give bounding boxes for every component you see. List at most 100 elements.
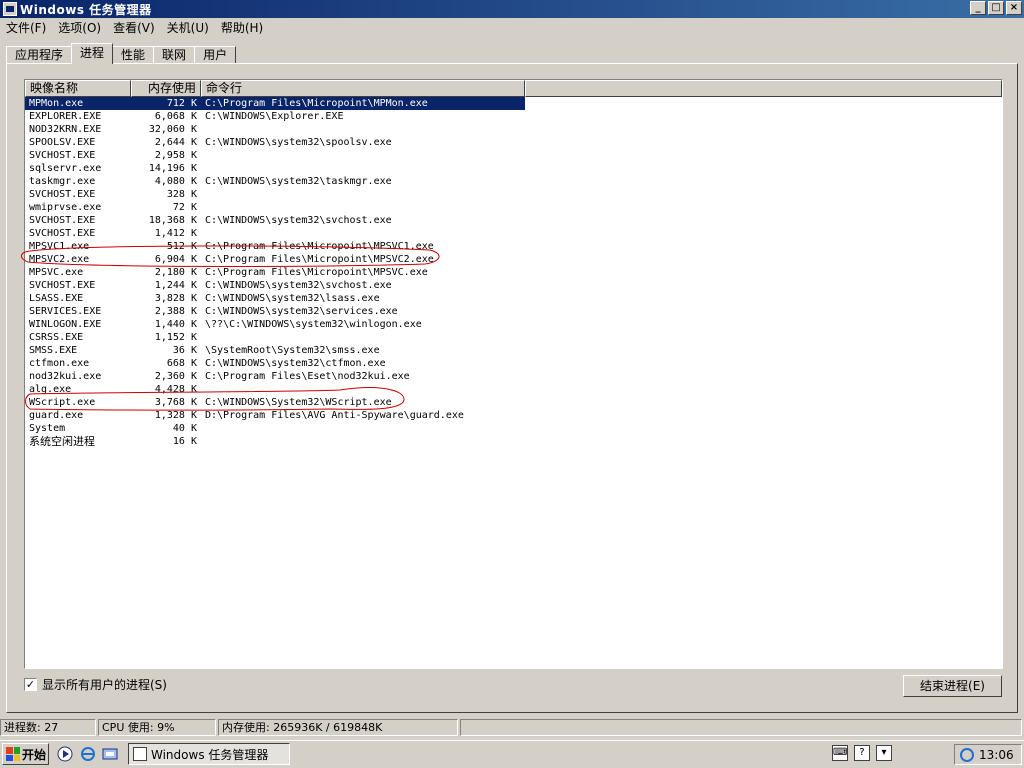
process-memory: 712 K xyxy=(131,97,201,110)
process-command-line: C:\WINDOWS\system32\svchost.exe xyxy=(205,215,392,226)
process-name: MPSVC.exe xyxy=(29,267,84,278)
process-memory: 1,440 K xyxy=(154,319,197,330)
process-command-line: C:\WINDOWS\system32\taskmgr.exe xyxy=(205,176,392,187)
process-command-line: C:\Program Files\Micropoint\MPSVC.exe xyxy=(205,267,428,278)
media-player-icon[interactable] xyxy=(57,746,73,762)
menu-options[interactable]: 选项(O) xyxy=(52,19,107,36)
taskbar: 开始 Windows 任务管理器 ⌨ ? ▾ 13:06 xyxy=(0,740,1024,768)
process-memory: 1,328 K xyxy=(154,410,197,421)
show-all-users-checkbox[interactable]: ✓ xyxy=(24,678,37,691)
table-row[interactable]: guard.exe 1,328 K D:\Program Files\AVG Ant… xyxy=(25,409,1002,422)
process-memory: 6,068 K xyxy=(154,111,197,122)
clock[interactable]: 13:06 xyxy=(979,748,1014,762)
table-row[interactable]: wmiprvse.exe 72 K xyxy=(25,201,1002,214)
process-memory: 3,768 K xyxy=(154,397,197,408)
process-memory: 668 K xyxy=(166,358,197,369)
column-header-memory[interactable]: 内存使用 xyxy=(131,80,201,97)
process-memory: 72 K xyxy=(172,202,197,213)
maximize-button[interactable]: □ xyxy=(988,1,1004,15)
process-list[interactable]: 映像名称 内存使用 命令行 MPMon.exe 712 K C:\Program F… xyxy=(24,79,1003,669)
table-row[interactable]: taskmgr.exe 4,080 K C:\WINDOWS\system32\ta… xyxy=(25,175,1002,188)
process-memory: 18,368 K xyxy=(148,215,197,226)
process-command-line: D:\Program Files\AVG Anti-Spyware\guard.… xyxy=(205,410,464,421)
table-row[interactable]: SERVICES.EXE 2,388 K C:\WINDOWS\system32\s… xyxy=(25,305,1002,318)
table-row[interactable]: SVCHOST.EXE 328 K xyxy=(25,188,1002,201)
table-row[interactable]: EXPLORER.EXE 6,068 K C:\WINDOWS\Explorer.E… xyxy=(25,110,1002,123)
process-name: 系统空闲进程 xyxy=(29,435,95,448)
title-bar[interactable]: Windows 任务管理器 _ □ × xyxy=(0,0,1024,18)
process-memory: 1,412 K xyxy=(154,228,197,239)
table-row[interactable]: MPSVC.exe 2,180 K C:\Program Files\Micropo… xyxy=(25,266,1002,279)
process-memory: 14,196 K xyxy=(148,163,197,174)
process-memory: 2,180 K xyxy=(154,267,197,278)
task-manager-icon xyxy=(3,2,17,16)
table-row[interactable]: SPOOLSV.EXE 2,644 K C:\WINDOWS\system32\sp… xyxy=(25,136,1002,149)
show-all-users[interactable]: ✓ 显示所有用户的进程(S) xyxy=(24,676,167,693)
process-memory: 16 K xyxy=(172,436,197,447)
table-row[interactable]: MPSVC2.exe 6,904 K C:\Program Files\Microp… xyxy=(25,253,1002,266)
help-icon[interactable]: ? xyxy=(854,745,870,761)
table-row[interactable]: System 40 K xyxy=(25,422,1002,435)
table-row[interactable]: 系统空闲进程 16 K xyxy=(25,435,1002,448)
process-memory: 1,244 K xyxy=(154,280,197,291)
tab-networking[interactable]: 联网 xyxy=(153,46,196,64)
process-name: SVCHOST.EXE xyxy=(29,189,96,200)
table-row[interactable]: SVCHOST.EXE 1,244 K C:\WINDOWS\system32\sv… xyxy=(25,279,1002,292)
tab-performance[interactable]: 性能 xyxy=(112,46,155,64)
table-row[interactable]: MPMon.exe 712 K C:\Program Files\Micropoin… xyxy=(25,97,1002,110)
process-name: SERVICES.EXE xyxy=(29,306,102,317)
table-row[interactable]: SVCHOST.EXE 18,368 K C:\WINDOWS\system32\s… xyxy=(25,214,1002,227)
keyboard-icon[interactable]: ⌨ xyxy=(832,745,848,761)
show-desktop-icon[interactable] xyxy=(102,746,118,762)
start-button[interactable]: 开始 xyxy=(2,743,49,765)
table-row[interactable]: nod32kui.exe 2,360 K C:\Program Files\Eset… xyxy=(25,370,1002,383)
task-manager-small-icon xyxy=(133,747,147,761)
status-cpu: CPU 使用: 9% xyxy=(98,719,216,736)
process-name: MPMon.exe xyxy=(25,97,131,110)
process-name: MPSVC1.exe xyxy=(29,241,90,252)
table-row[interactable]: WScript.exe 3,768 K C:\WINDOWS\System32\WS… xyxy=(25,396,1002,409)
process-memory: 2,388 K xyxy=(154,306,197,317)
list-header: 映像名称 内存使用 命令行 xyxy=(25,80,1002,97)
menu-help[interactable]: 帮助(H) xyxy=(215,19,269,36)
process-memory: 36 K xyxy=(172,345,197,356)
column-header-cmd[interactable]: 命令行 xyxy=(201,80,525,97)
table-row[interactable]: WINLOGON.EXE 1,440 K \??\C:\WINDOWS\system… xyxy=(25,318,1002,331)
process-rows: MPMon.exe 712 K C:\Program Files\Micropoin… xyxy=(25,97,1002,448)
table-row[interactable]: SVCHOST.EXE 2,958 K xyxy=(25,149,1002,162)
process-name: ctfmon.exe xyxy=(29,358,90,369)
table-row[interactable]: SMSS.EXE 36 K \SystemRoot\System32\smss.ex… xyxy=(25,344,1002,357)
process-name: sqlservr.exe xyxy=(29,163,102,174)
menu-shutdown[interactable]: 关机(U) xyxy=(161,19,215,36)
start-label: 开始 xyxy=(22,747,47,762)
process-command-line: C:\Program Files\Micropoint\MPMon.exe xyxy=(201,97,525,110)
table-row[interactable]: sqlservr.exe 14,196 K xyxy=(25,162,1002,175)
menu-file[interactable]: 文件(F) xyxy=(0,19,52,36)
table-row[interactable]: LSASS.EXE 3,828 K C:\WINDOWS\system32\lsas… xyxy=(25,292,1002,305)
table-row[interactable]: NOD32KRN.EXE 32,060 K xyxy=(25,123,1002,136)
process-command-line xyxy=(201,435,525,448)
ie-tray-icon[interactable] xyxy=(959,747,975,763)
input-method-icon[interactable]: ▾ xyxy=(876,745,892,761)
tab-applications[interactable]: 应用程序 xyxy=(6,46,73,64)
tab-processes[interactable]: 进程 xyxy=(71,43,114,64)
table-row[interactable]: SVCHOST.EXE 1,412 K xyxy=(25,227,1002,240)
table-row[interactable]: alg.exe 4,428 K xyxy=(25,383,1002,396)
menu-view[interactable]: 查看(V) xyxy=(107,19,161,36)
tab-users[interactable]: 用户 xyxy=(194,46,237,64)
minimize-button[interactable]: _ xyxy=(970,1,986,15)
table-row[interactable]: CSRSS.EXE 1,152 K xyxy=(25,331,1002,344)
internet-explorer-icon[interactable] xyxy=(80,746,96,762)
status-bar: 进程数: 27 CPU 使用: 9% 内存使用: 265936K / 61984… xyxy=(0,719,1024,738)
column-header-name[interactable]: 映像名称 xyxy=(25,80,131,97)
table-row[interactable]: MPSVC1.exe 512 K C:\Program Files\Micropoi… xyxy=(25,240,1002,253)
end-process-button[interactable]: 结束进程(E) xyxy=(903,675,1002,697)
taskbar-item-task-manager[interactable]: Windows 任务管理器 xyxy=(128,743,290,765)
process-name: SMSS.EXE xyxy=(29,345,78,356)
process-memory: 40 K xyxy=(172,423,197,434)
table-row[interactable]: ctfmon.exe 668 K C:\WINDOWS\system32\ctfmo… xyxy=(25,357,1002,370)
process-command-line: C:\WINDOWS\system32\services.exe xyxy=(205,306,398,317)
process-memory: 328 K xyxy=(166,189,197,200)
process-command-line: C:\WINDOWS\System32\WScript.exe xyxy=(205,397,392,408)
close-button[interactable]: × xyxy=(1006,1,1022,15)
